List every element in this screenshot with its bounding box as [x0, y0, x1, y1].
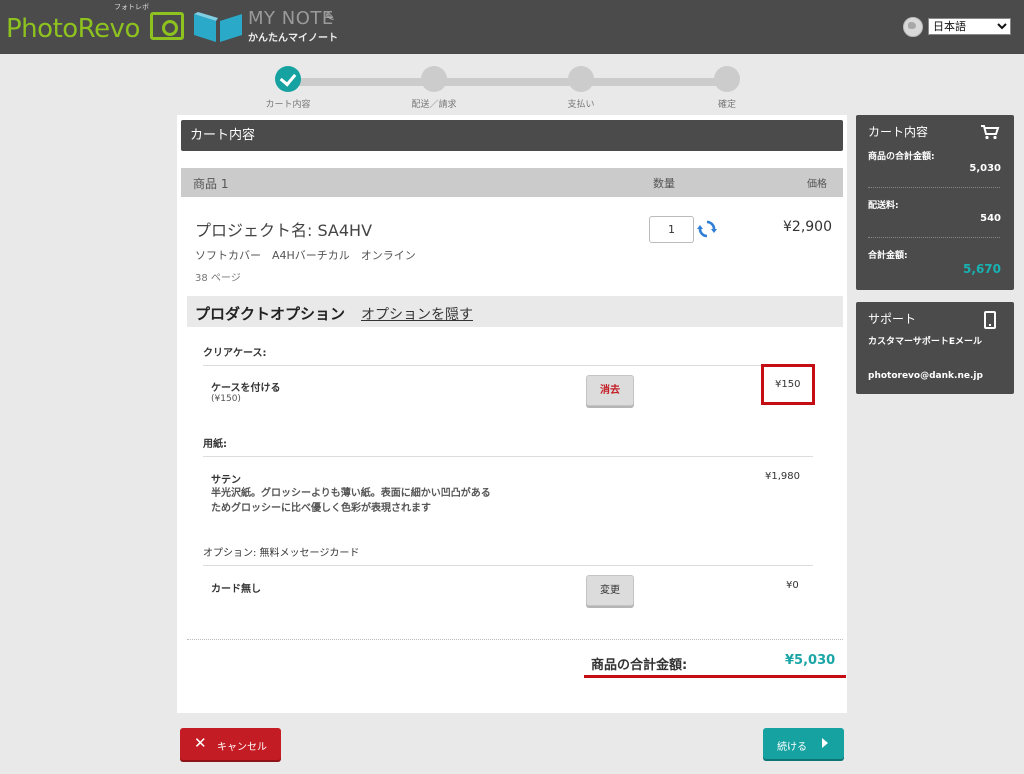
language-select[interactable]: 日本語 [928, 18, 1011, 35]
subtotal-value: ¥5,030 [785, 653, 836, 668]
divider [868, 187, 1000, 188]
col-price: 価格 [807, 179, 827, 190]
items-header: 商品 1 数量 価格 [181, 168, 843, 197]
options-bar: プロダクトオプション オプションを隠す [187, 296, 843, 327]
refresh-icon[interactable] [697, 219, 717, 239]
cancel-button[interactable]: ✕ キャンセル [180, 728, 281, 760]
divider [203, 565, 813, 566]
pencil-icon: ✎ [325, 10, 336, 24]
price-highlight-box [761, 364, 815, 405]
cart-panel: カート内容 商品 1 数量 価格 プロジェクト名: SA4HV ソフトカバー A… [177, 115, 847, 713]
clear-case-heading: クリアケース: [203, 348, 267, 359]
message-card-heading: オプション: 無料メッセージカード [203, 548, 360, 559]
clear-case-name: ケースを付ける [211, 383, 281, 394]
shipping-label: 配送料: [868, 201, 899, 211]
shipping-value: 540 [980, 213, 1001, 224]
support-title: サポート [868, 312, 917, 326]
change-card-button[interactable]: 変更 [586, 575, 634, 606]
continue-label: 続ける [777, 742, 807, 753]
project-spec: ソフトカバー A4Hバーチカル オンライン [195, 249, 416, 262]
col-quantity: 数量 [653, 177, 675, 190]
step-label: 確定 [717, 100, 736, 110]
dotted-divider [187, 639, 843, 640]
cancel-label: キャンセル [217, 742, 267, 753]
clear-case-sub: (¥150) [211, 394, 241, 404]
item-price: ¥2,900 [783, 219, 832, 235]
step-label: 配送／請求 [411, 100, 457, 110]
col-product: 商品 1 [193, 177, 229, 191]
mynote-subtitle: かんたんマイノート [248, 33, 338, 44]
check-icon [275, 66, 301, 92]
subtotal-label: 商品の合計金額: [591, 658, 688, 673]
quantity-input[interactable]: 1 [649, 216, 694, 243]
items-total-value: 5,030 [969, 163, 1001, 174]
paper-description: 半光沢紙。グロッシーよりも薄い紙。表面に細かい凹凸があるためグロッシーに比べ優し… [211, 488, 491, 514]
cart-summary-panel: カート内容 商品の合計金額: 5,030 配送料: 540 合計金額: 5,67… [856, 115, 1014, 290]
support-panel: サポート カスタマーサポートEメール photorevo@dank.ne.jp [856, 302, 1014, 394]
step-label: カート内容 [265, 100, 311, 110]
message-card-price: ¥0 [786, 580, 799, 591]
project-name: プロジェクト名: SA4HV [195, 221, 373, 240]
step-label: 支払い [567, 100, 595, 110]
camera-logo-icon [150, 12, 184, 40]
hide-options-link[interactable]: オプションを隠す [361, 304, 473, 324]
cart-icon [981, 125, 1000, 140]
checkout-steps: カート内容 配送／請求 支払い 確定 [240, 66, 775, 110]
step-payment: 支払い [541, 66, 621, 110]
support-email[interactable]: photorevo@dank.ne.jp [868, 371, 983, 381]
items-total-label: 商品の合計金額: [868, 152, 935, 162]
steps-track [288, 78, 728, 86]
brand-name: PhotoRevo [6, 14, 140, 44]
step-shipping: 配送／請求 [394, 66, 474, 110]
divider [868, 237, 1000, 238]
site-header: PhotoRevo フォトレボ MY NOTE ✎ かんたんマイノート 日本語 [0, 0, 1024, 54]
step-dot [714, 66, 740, 92]
summary-title: カート内容 [868, 125, 929, 139]
step-dot [421, 66, 447, 92]
continue-button[interactable]: 続ける [763, 728, 844, 759]
photorevo-logo[interactable]: PhotoRevo [6, 10, 140, 44]
divider [203, 456, 813, 457]
paper-name: サテン [211, 475, 241, 486]
paper-heading: 用紙: [203, 439, 227, 450]
close-icon: ✕ [194, 734, 207, 752]
delete-case-button[interactable]: 消去 [586, 375, 634, 406]
brand-sub: フォトレボ [114, 3, 149, 11]
project-pages: 38 ページ [195, 273, 241, 284]
step-confirm: 確定 [687, 66, 767, 110]
message-card-name: カード無し [211, 584, 261, 595]
options-title: プロダクトオプション [195, 305, 346, 323]
subtotal-red-underline [584, 675, 846, 678]
paper-price: ¥1,980 [765, 471, 800, 482]
divider [203, 365, 813, 366]
phone-icon [984, 311, 996, 329]
grand-total-label: 合計金額: [868, 251, 908, 261]
grand-total-value: 5,670 [963, 262, 1001, 276]
support-text: カスタマーサポートEメール [868, 337, 982, 347]
cart-title: カート内容 [181, 120, 843, 151]
globe-icon [903, 17, 923, 37]
step-cart: カート内容 [248, 66, 328, 110]
mynote-book-icon [194, 12, 242, 42]
arrow-right-icon [822, 738, 828, 748]
mynote-title: MY NOTE [248, 8, 334, 29]
step-dot [568, 66, 594, 92]
